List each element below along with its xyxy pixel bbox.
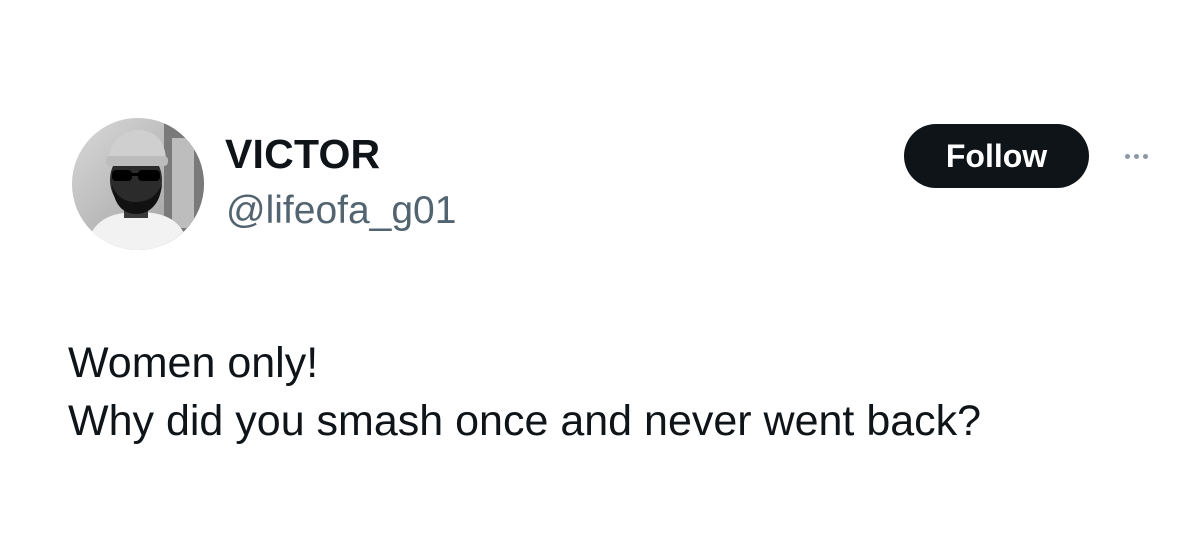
display-name[interactable]: VICTOR <box>225 131 380 177</box>
dot <box>1133 153 1139 159</box>
more-horizontal-icon[interactable] <box>1112 146 1160 166</box>
dot <box>1124 153 1130 159</box>
tweet-card: VICTOR @lifeofa_g01 Follow Women only! W… <box>0 0 1199 551</box>
user-handle[interactable]: @lifeofa_g01 <box>226 189 456 233</box>
tweet-text-line: Why did you smash once and never went ba… <box>68 397 982 445</box>
tweet-text-line: Women only! <box>68 339 319 387</box>
avatar[interactable] <box>72 118 204 250</box>
tweet-text: Women only! Why did you smash once and n… <box>68 334 981 450</box>
profile-photo-icon <box>72 118 204 250</box>
follow-button[interactable]: Follow <box>904 124 1089 188</box>
dot <box>1142 153 1148 159</box>
